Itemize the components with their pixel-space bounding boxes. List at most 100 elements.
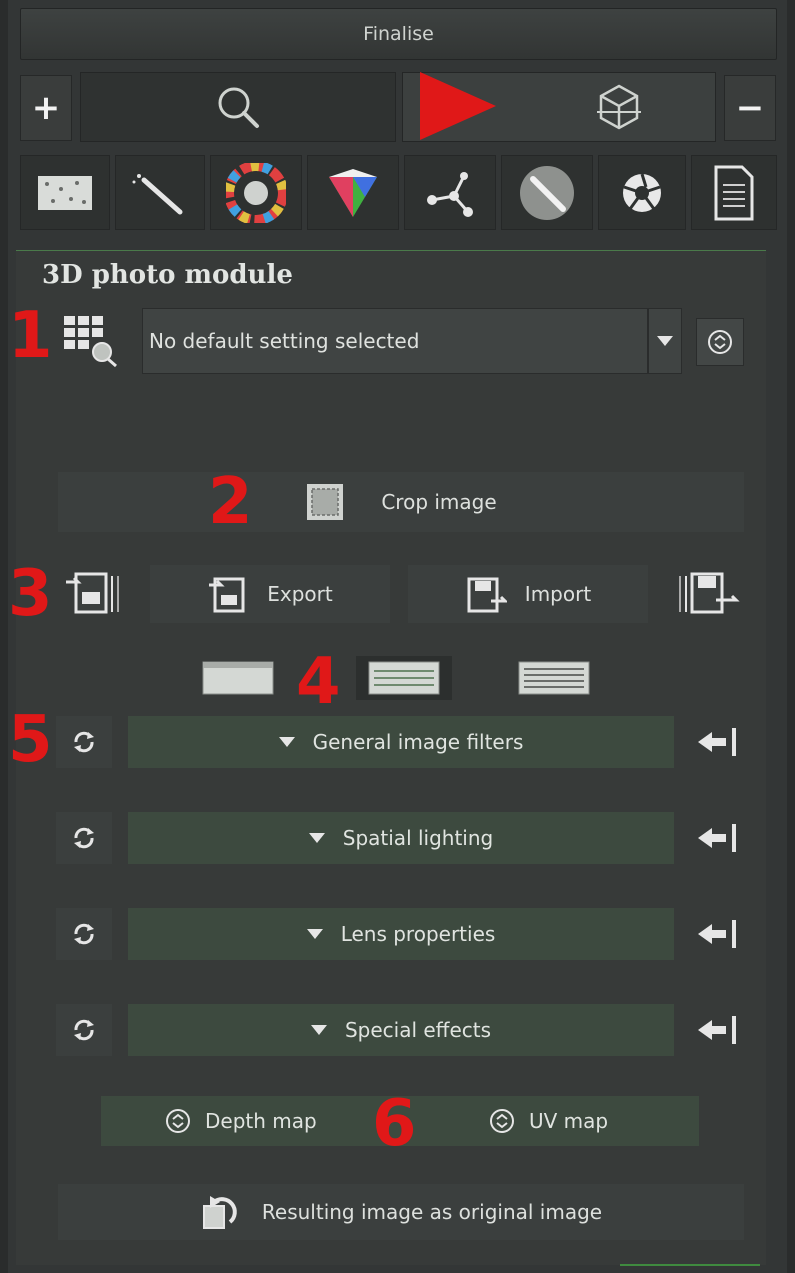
import-all-icon — [679, 572, 740, 614]
section-label: Special effects — [344, 1018, 492, 1042]
arrow-left-bar-icon — [698, 824, 736, 852]
uv-map-label: UV map — [529, 1109, 609, 1133]
preset-dropdown-button[interactable] — [648, 308, 682, 374]
tool-retouch[interactable] — [501, 155, 593, 230]
brush-icon — [132, 173, 183, 214]
module-title: 3D photo module — [42, 260, 293, 290]
import-button[interactable]: Import — [408, 565, 648, 623]
export-all-button[interactable] — [64, 568, 124, 622]
section-label: Spatial lighting — [342, 826, 494, 850]
section-general-image-filters: General image filters — [56, 716, 746, 772]
export-label: Export — [267, 582, 333, 606]
cycle-circle-icon — [166, 1109, 190, 1133]
undo-document-icon — [202, 1196, 237, 1229]
tool-node-graph[interactable] — [404, 155, 496, 230]
tool-brush[interactable] — [115, 155, 205, 230]
section-reset-button[interactable] — [56, 908, 112, 960]
annotation-5: 5 — [8, 703, 53, 777]
finalise-button[interactable]: Finalise — [20, 8, 777, 60]
section-toggle[interactable]: General image filters — [128, 716, 674, 768]
crop-icon — [307, 484, 344, 520]
depth-map-label: Depth map — [205, 1109, 317, 1133]
divider — [620, 1264, 760, 1266]
grid-magnifier-icon — [64, 316, 117, 368]
reset-cycle-icon — [74, 827, 94, 849]
annotation-4: 4 — [296, 645, 341, 719]
layout-expanded-button[interactable] — [512, 656, 596, 700]
red-pointer-arrow — [420, 72, 496, 140]
layout-compact-button[interactable] — [196, 656, 280, 700]
cycle-circle-icon — [490, 1109, 514, 1133]
section-reset-button[interactable] — [56, 812, 112, 864]
search-mode-button[interactable] — [80, 72, 396, 142]
section-toggle[interactable]: Lens properties — [128, 908, 674, 960]
section-lens-properties: Lens properties — [56, 908, 746, 964]
section-label: Lens properties — [340, 922, 496, 946]
annotation-2: 2 — [208, 465, 253, 539]
section-reset-button[interactable] — [56, 716, 112, 768]
tool-document[interactable] — [691, 155, 777, 230]
aperture-icon — [623, 173, 661, 212]
preset-manager-icon[interactable] — [62, 314, 122, 372]
preset-save-button[interactable] — [696, 318, 744, 366]
import-all-button[interactable] — [676, 568, 740, 622]
section-toggle[interactable]: Special effects — [128, 1004, 674, 1056]
minus-icon: − — [735, 88, 765, 128]
section-label: General image filters — [312, 730, 524, 754]
chevron-down-icon — [308, 833, 325, 843]
noise-reduction-icon — [38, 175, 92, 210]
import-icon — [467, 577, 507, 613]
section-spatial-lighting: Spatial lighting — [56, 812, 746, 868]
remove-button[interactable]: − — [724, 75, 776, 141]
crop-image-button[interactable]: Crop image — [58, 472, 744, 532]
3d-cube-icon — [597, 84, 641, 130]
chevron-down-icon — [657, 336, 673, 346]
export-button[interactable]: Export — [150, 565, 390, 623]
tool-aperture[interactable] — [598, 155, 686, 230]
tool-color-wheel[interactable] — [210, 155, 302, 230]
section-collapse-button[interactable] — [690, 716, 746, 768]
add-button[interactable]: + — [20, 75, 72, 141]
layout-medium-icon — [368, 661, 440, 695]
document-icon — [714, 165, 754, 220]
crop-image-label: Crop image — [381, 490, 497, 514]
annotation-6: 6 — [372, 1087, 417, 1161]
arrow-left-bar-icon — [698, 920, 736, 948]
tool-noise-reduction[interactable] — [20, 155, 110, 230]
layout-expanded-icon — [518, 661, 590, 695]
chevron-down-icon — [278, 737, 295, 747]
section-special-effects: Special effects — [56, 1004, 746, 1060]
chevron-down-icon — [310, 1025, 327, 1035]
preset-select[interactable]: No default setting selected — [142, 308, 648, 374]
tool-color-cube[interactable] — [307, 155, 399, 230]
result-as-original-button[interactable]: Resulting image as original image — [58, 1184, 744, 1240]
uv-map-button[interactable]: UV map — [489, 1096, 608, 1146]
section-collapse-button[interactable] — [690, 1004, 746, 1056]
import-label: Import — [524, 582, 592, 606]
section-reset-button[interactable] — [56, 1004, 112, 1056]
export-icon — [209, 577, 245, 613]
color-wheel-icon — [226, 162, 286, 223]
section-collapse-button[interactable] — [690, 908, 746, 960]
retouch-pen-icon — [520, 165, 574, 220]
export-all-icon — [66, 572, 119, 614]
reset-cycle-icon — [74, 731, 94, 753]
node-graph-icon — [427, 171, 473, 217]
arrow-left-bar-icon — [698, 728, 736, 756]
layout-medium-button[interactable] — [356, 656, 452, 700]
reset-cycle-icon — [74, 923, 94, 945]
chevron-down-icon — [306, 929, 323, 939]
section-collapse-button[interactable] — [690, 812, 746, 864]
layout-compact-icon — [202, 661, 274, 695]
arrow-left-bar-icon — [698, 1016, 736, 1044]
result-label: Resulting image as original image — [261, 1200, 603, 1224]
annotation-3: 3 — [8, 557, 53, 631]
annotation-1: 1 — [8, 299, 53, 373]
depth-map-button[interactable]: Depth map — [165, 1096, 317, 1146]
reset-cycle-icon — [74, 1019, 94, 1041]
section-toggle[interactable]: Spatial lighting — [128, 812, 674, 864]
color-cube-icon — [329, 168, 377, 217]
plus-icon: + — [31, 88, 61, 128]
magnifier-icon — [218, 87, 259, 128]
cycle-circle-icon — [708, 330, 732, 354]
